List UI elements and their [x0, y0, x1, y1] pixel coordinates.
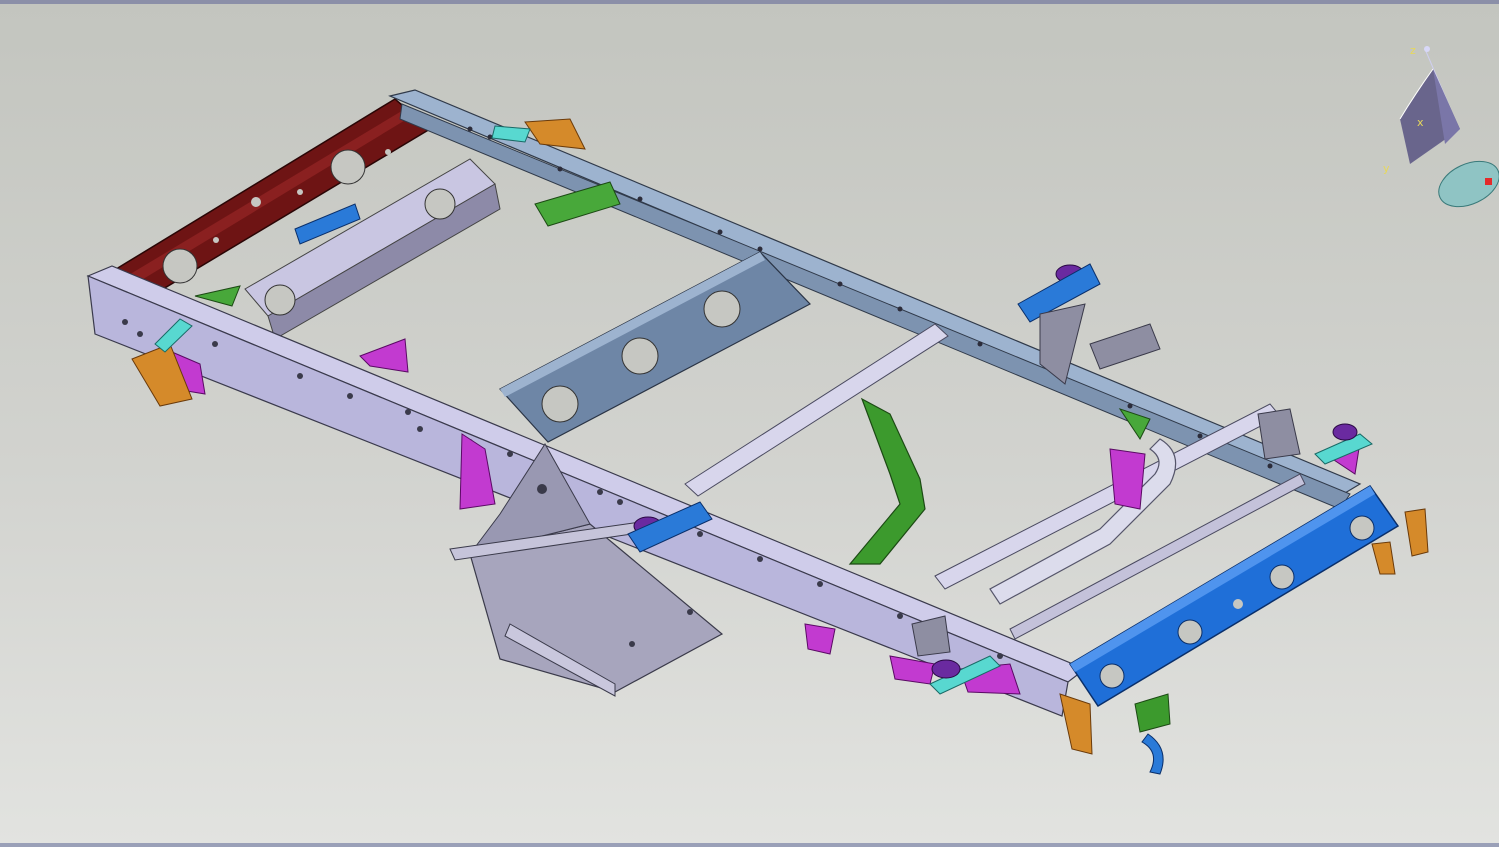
compass-plane: [1399, 68, 1460, 164]
compass-handle[interactable]: [1485, 178, 1492, 185]
middle-crossmember[interactable]: [499, 251, 811, 443]
axis-label-z: z: [1410, 44, 1416, 57]
exhaust-pipe[interactable]: [989, 438, 1177, 605]
orientation-compass[interactable]: z x y: [1375, 34, 1499, 224]
viewport-bottom-border: [0, 843, 1499, 847]
3d-viewport[interactable]: z x y: [0, 0, 1499, 847]
compass-disc[interactable]: [1432, 152, 1499, 215]
chassis-model[interactable]: [0, 4, 1499, 851]
axis-label-y: y: [1383, 162, 1390, 175]
axis-label-x: x: [1417, 116, 1424, 129]
